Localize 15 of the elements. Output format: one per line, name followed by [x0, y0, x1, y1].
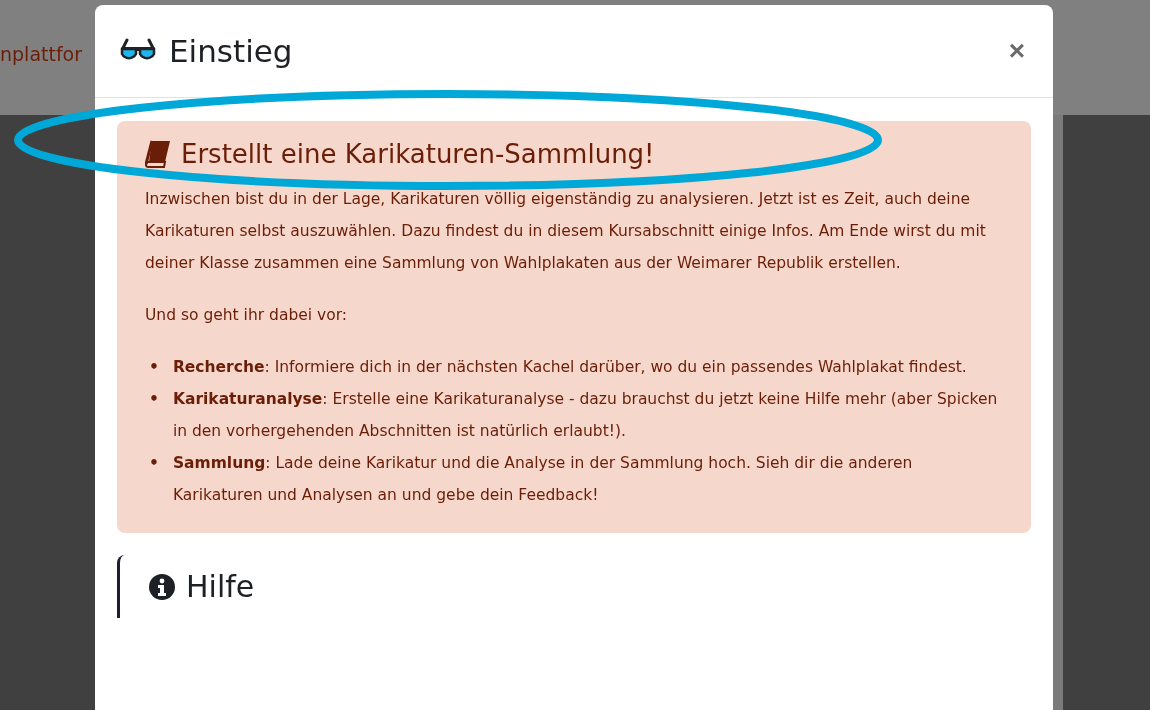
bullet: • [149, 453, 159, 474]
paragraph: Und so geht ihr dabei vor: [145, 305, 348, 326]
site-title: nplattfor [0, 42, 83, 65]
book-icon [145, 140, 171, 168]
panel-heading: Erstellt eine Karikaturen-Sammlung! [181, 139, 655, 169]
bullet: • [149, 357, 159, 378]
close-button[interactable]: × [1004, 35, 1029, 67]
help-heading: Hilfe [186, 569, 255, 604]
list-item: Karikaturanalyse: Erstelle eine Karikaturanalyse - dazu brauchst du jetzt keine Hilfe mehr (aber Spicken in den vorhergehenden Abschnitten ist natürlich erlaubt!). [172, 389, 999, 442]
list-item: Recherche: Informiere dich in der nächsten Kachel darüber, wo du ein passendes Wahlplakat findest. [172, 357, 968, 378]
info-icon [148, 572, 176, 601]
list-item: Sammlung: Lade deine Karikatur und die Analyse in der Sammlung hoch. Sieh dir die anderen Karikaturen und Analysen an und gebe dein Feedback! [172, 453, 914, 506]
paragraph: Inzwischen bist du in der Lage, Karikaturen völlig eigenständig zu analysieren. Jetzt ist es Zeit, auch deine Karikaturen selbst auszuwählen. Dazu findest du in diesem Kursabschnitt einige Infos. Am Ende wirst du mit deiner Klasse zusammen eine Sammlung von Wahlplakaten aus der Weimarer Republik erstellen. [145, 189, 987, 274]
bullet: • [149, 389, 159, 410]
modal-title: Einstieg [169, 33, 294, 69]
